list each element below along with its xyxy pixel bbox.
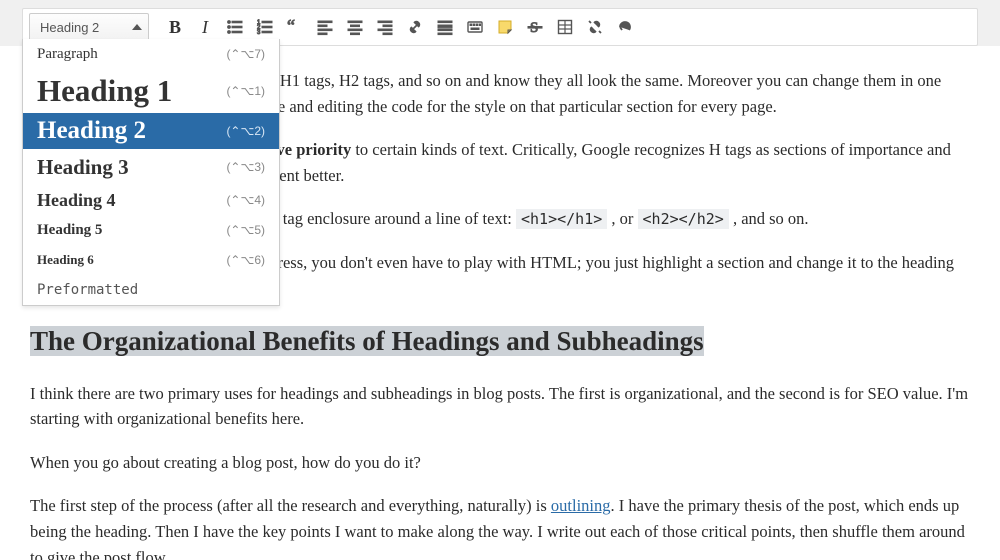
italic-button[interactable]: I xyxy=(191,13,219,41)
format-option-label: Preformatted xyxy=(37,282,138,298)
numbered-list-icon: 123 xyxy=(256,18,274,36)
format-option-shortcut: (⌃⌥3) xyxy=(226,160,265,174)
format-option-label: Heading 2 xyxy=(37,117,146,145)
caret-up-icon xyxy=(132,24,142,30)
sticky-note-button[interactable] xyxy=(491,13,519,41)
align-right-button[interactable] xyxy=(371,13,399,41)
insert-more-button[interactable] xyxy=(431,13,459,41)
undo-button[interactable] xyxy=(611,13,639,41)
heading-2: The Organizational Benefits of Headings … xyxy=(30,321,970,363)
format-dropdown: Paragraph (⌃⌥7) Heading 1 (⌃⌥1) Heading 2 (⌃⌥… xyxy=(22,39,280,306)
unlink-button[interactable] xyxy=(581,13,609,41)
format-option-shortcut: (⌃⌥6) xyxy=(226,253,265,267)
format-option-heading-1[interactable]: Heading 1 (⌃⌥1) xyxy=(23,69,279,113)
align-left-button[interactable] xyxy=(311,13,339,41)
strikethrough-icon: S xyxy=(526,18,544,36)
keyboard-button[interactable] xyxy=(461,13,489,41)
outlining-link[interactable]: outlining xyxy=(551,496,611,515)
format-select[interactable]: Heading 2 xyxy=(29,13,149,41)
format-option-shortcut: (⌃⌥5) xyxy=(226,223,265,237)
format-option-label: Heading 6 xyxy=(37,252,94,268)
paragraph: The first step of the process (after all… xyxy=(30,493,970,560)
table-icon xyxy=(556,18,574,36)
format-option-label: Heading 4 xyxy=(37,190,116,211)
format-option-shortcut: (⌃⌥2) xyxy=(226,124,265,138)
unlink-icon xyxy=(586,18,604,36)
format-option-heading-6[interactable]: Heading 6 (⌃⌥6) xyxy=(23,245,279,275)
insert-more-icon xyxy=(436,18,454,36)
svg-text:3: 3 xyxy=(257,30,261,36)
bold-icon: B xyxy=(169,17,181,38)
format-option-label: Heading 3 xyxy=(37,155,129,180)
format-option-preformatted[interactable]: Preformatted xyxy=(23,275,279,305)
align-center-icon xyxy=(346,18,364,36)
sticky-note-icon xyxy=(496,18,514,36)
quote-icon: “ xyxy=(286,18,304,36)
format-option-shortcut: (⌃⌥1) xyxy=(226,84,265,98)
format-option-label: Paragraph xyxy=(37,46,98,63)
blockquote-button[interactable]: “ xyxy=(281,13,309,41)
numbered-list-button[interactable]: 123 xyxy=(251,13,279,41)
format-select-label: Heading 2 xyxy=(40,20,99,35)
keyboard-icon xyxy=(466,18,484,36)
insert-link-button[interactable] xyxy=(401,13,429,41)
bullet-list-icon xyxy=(226,18,244,36)
format-option-label: Heading 1 xyxy=(37,73,172,109)
format-option-heading-5[interactable]: Heading 5 (⌃⌥5) xyxy=(23,215,279,245)
align-left-icon xyxy=(316,18,334,36)
undo-icon xyxy=(616,18,634,36)
format-option-heading-3[interactable]: Heading 3 (⌃⌥3) xyxy=(23,149,279,185)
bold-button[interactable]: B xyxy=(161,13,189,41)
format-option-shortcut: (⌃⌥4) xyxy=(226,193,265,207)
paragraph: When you go about creating a blog post, … xyxy=(30,450,970,476)
svg-text:“: “ xyxy=(287,18,295,36)
bullet-list-button[interactable] xyxy=(221,13,249,41)
italic-icon: I xyxy=(202,17,208,38)
format-option-label: Heading 5 xyxy=(37,222,102,239)
align-right-icon xyxy=(376,18,394,36)
table-button[interactable] xyxy=(551,13,579,41)
format-option-shortcut: (⌃⌥7) xyxy=(226,47,265,61)
format-option-heading-2[interactable]: Heading 2 (⌃⌥2) xyxy=(23,113,279,149)
align-center-button[interactable] xyxy=(341,13,369,41)
format-option-heading-4[interactable]: Heading 4 (⌃⌥4) xyxy=(23,185,279,215)
paragraph: I think there are two primary uses for h… xyxy=(30,381,970,432)
strikethrough-button[interactable]: S xyxy=(521,13,549,41)
format-option-paragraph[interactable]: Paragraph (⌃⌥7) xyxy=(23,39,279,69)
link-icon xyxy=(406,18,424,36)
